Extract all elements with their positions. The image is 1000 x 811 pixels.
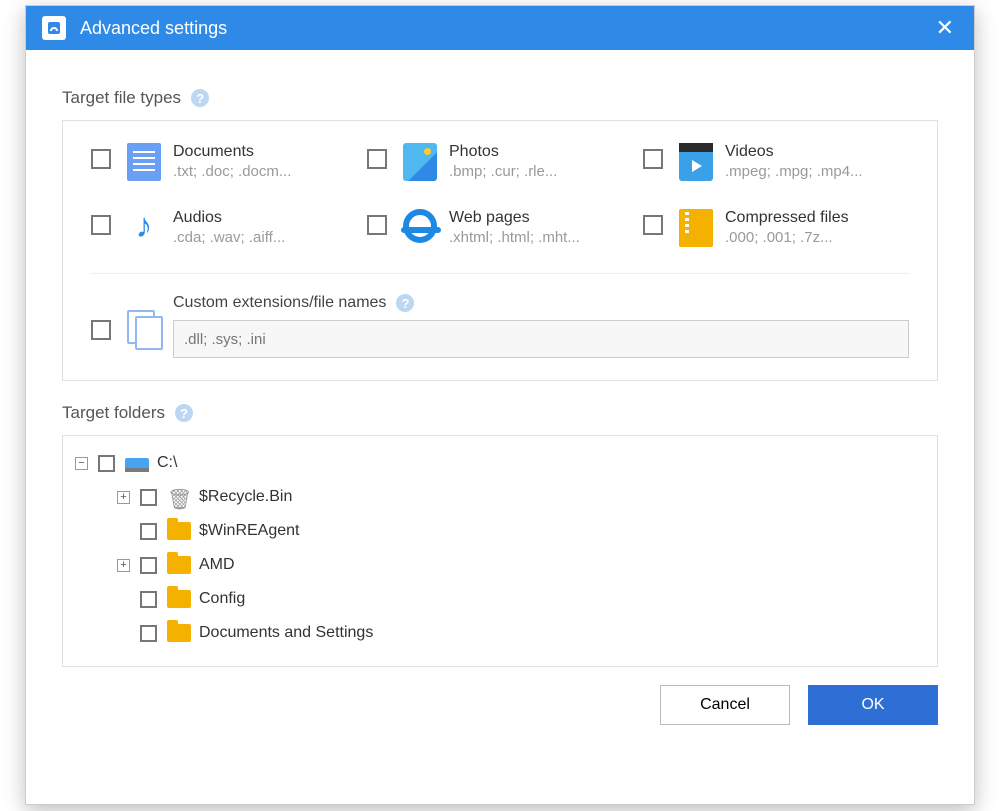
window-title: Advanced settings xyxy=(80,18,227,39)
tree-label: $WinREAgent xyxy=(199,522,300,540)
checkbox-photos[interactable] xyxy=(367,149,387,169)
section-folders-label: Target folders xyxy=(62,403,165,423)
folder-icon xyxy=(167,624,191,642)
file-type-compressed: Compressed files .000; .001; .7z... xyxy=(643,209,909,247)
checkbox-videos[interactable] xyxy=(643,149,663,169)
trash-icon: 🗑 xyxy=(167,487,191,507)
audios-icon: ♪ xyxy=(127,209,161,247)
file-type-title: Audios xyxy=(173,209,285,227)
file-type-exts: .bmp; .cur; .rle... xyxy=(449,163,557,180)
app-icon xyxy=(42,16,66,40)
section-file-types: Target file types ? xyxy=(62,88,938,108)
folder-icon xyxy=(167,590,191,608)
file-type-exts: .mpeg; .mpg; .mp4... xyxy=(725,163,863,180)
file-type-documents: Documents .txt; .doc; .docm... xyxy=(91,143,357,181)
file-type-photos: Photos .bmp; .cur; .rle... xyxy=(367,143,633,181)
tree-item: Config xyxy=(75,582,925,616)
folder-icon xyxy=(167,522,191,540)
checkbox-drive-c[interactable] xyxy=(98,455,115,472)
checkbox-folder[interactable] xyxy=(140,557,157,574)
file-type-audios: ♪ Audios .cda; .wav; .aiff... xyxy=(91,209,357,247)
tree-item: $WinREAgent xyxy=(75,514,925,548)
videos-icon xyxy=(679,143,713,181)
custom-extensions-row: Custom extensions/file names ? xyxy=(91,294,909,358)
file-type-exts: .000; .001; .7z... xyxy=(725,229,849,246)
section-folders: Target folders ? xyxy=(62,403,938,423)
tree-label: Config xyxy=(199,590,245,608)
checkbox-compressed[interactable] xyxy=(643,215,663,235)
expand-placeholder xyxy=(117,627,130,640)
tree-item: + AMD xyxy=(75,548,925,582)
file-type-title: Documents xyxy=(173,143,291,161)
file-type-exts: .cda; .wav; .aiff... xyxy=(173,229,285,246)
checkbox-documents[interactable] xyxy=(91,149,111,169)
tree-item: Documents and Settings xyxy=(75,616,925,650)
drive-icon xyxy=(125,458,149,472)
help-icon[interactable]: ? xyxy=(191,89,209,107)
file-type-exts: .xhtml; .html; .mht... xyxy=(449,229,580,246)
file-type-videos: Videos .mpeg; .mpg; .mp4... xyxy=(643,143,909,181)
ok-button[interactable]: OK xyxy=(808,685,938,725)
checkbox-audios[interactable] xyxy=(91,215,111,235)
documents-icon xyxy=(127,143,161,181)
file-types-panel: Documents .txt; .doc; .docm... Photos .b… xyxy=(62,120,938,381)
checkbox-webpages[interactable] xyxy=(367,215,387,235)
webpages-icon xyxy=(403,209,437,247)
checkbox-folder[interactable] xyxy=(140,523,157,540)
tree-label: AMD xyxy=(199,556,235,574)
checkbox-custom[interactable] xyxy=(91,320,111,340)
dialog-buttons: Cancel OK xyxy=(26,667,974,725)
titlebar: Advanced settings ✕ xyxy=(26,6,974,50)
file-type-title: Compressed files xyxy=(725,209,849,227)
tree-label: Documents and Settings xyxy=(199,624,373,642)
compressed-icon xyxy=(679,209,713,247)
collapse-icon[interactable]: − xyxy=(75,457,88,470)
file-type-title: Videos xyxy=(725,143,863,161)
file-type-title: Web pages xyxy=(449,209,580,227)
expand-placeholder xyxy=(117,593,130,606)
custom-extensions-label: Custom extensions/file names xyxy=(173,294,386,312)
help-icon[interactable]: ? xyxy=(396,294,414,312)
expand-icon[interactable]: + xyxy=(117,491,130,504)
help-icon[interactable]: ? xyxy=(175,404,193,422)
section-file-types-label: Target file types xyxy=(62,88,181,108)
divider xyxy=(91,273,909,274)
photos-icon xyxy=(403,143,437,181)
cancel-button[interactable]: Cancel xyxy=(660,685,790,725)
expand-icon[interactable]: + xyxy=(117,559,130,572)
tree-label: C:\ xyxy=(157,454,177,472)
checkbox-folder[interactable] xyxy=(140,591,157,608)
tree-root: − C:\ xyxy=(75,446,925,480)
files-icon xyxy=(127,310,161,348)
file-type-webpages: Web pages .xhtml; .html; .mht... xyxy=(367,209,633,247)
checkbox-folder[interactable] xyxy=(140,489,157,506)
file-type-title: Photos xyxy=(449,143,557,161)
folder-tree[interactable]: − C:\ + 🗑 $Recycle.Bin $WinREAgent xyxy=(62,435,938,667)
tree-item: + 🗑 $Recycle.Bin xyxy=(75,480,925,514)
advanced-settings-dialog: Advanced settings ✕ Target file types ? … xyxy=(25,5,975,805)
checkbox-folder[interactable] xyxy=(140,625,157,642)
tree-label: $Recycle.Bin xyxy=(199,488,292,506)
folder-icon xyxy=(167,556,191,574)
close-icon[interactable]: ✕ xyxy=(932,15,958,41)
expand-placeholder xyxy=(117,525,130,538)
custom-extensions-input[interactable] xyxy=(173,320,909,358)
file-type-exts: .txt; .doc; .docm... xyxy=(173,163,291,180)
